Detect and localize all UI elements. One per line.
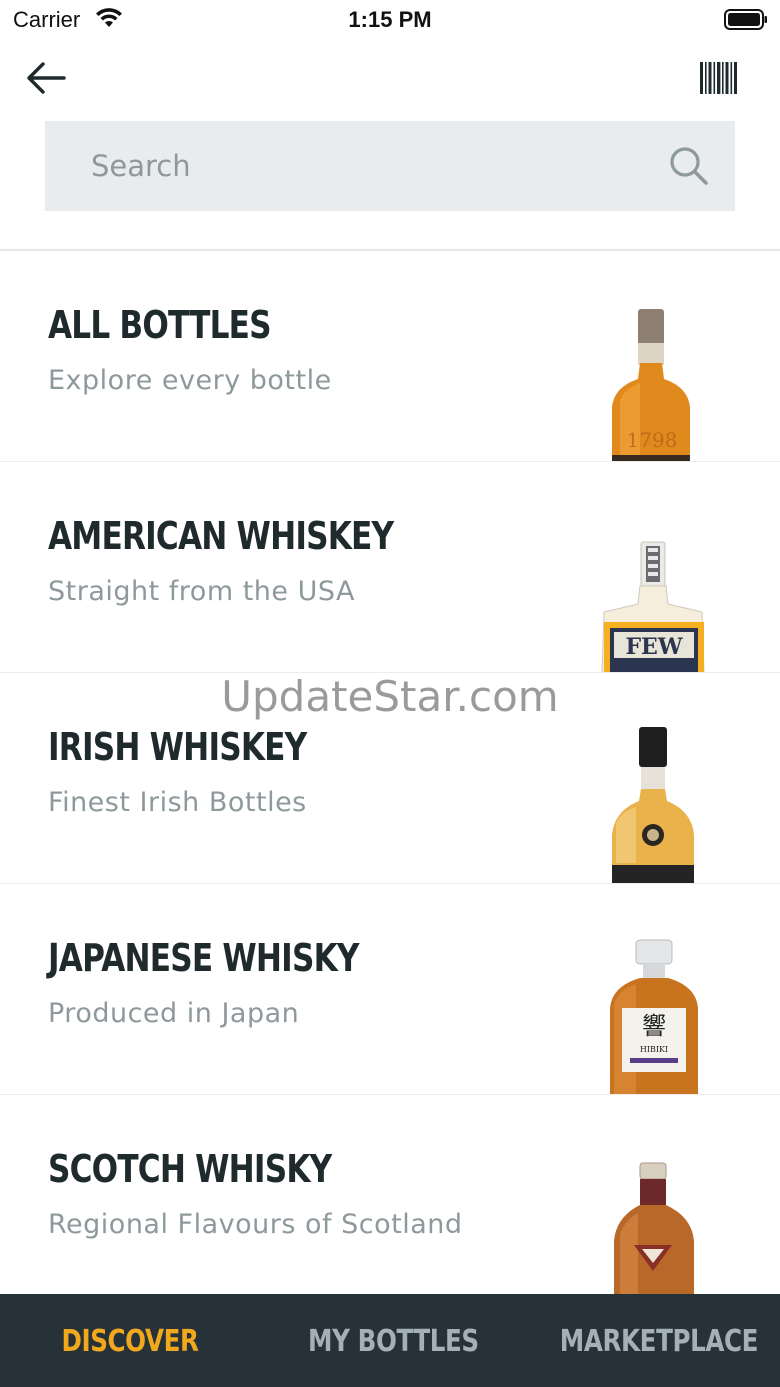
search-bar (45, 121, 735, 211)
category-row-irish-whiskey[interactable]: IRISH WHISKEY Finest Irish Bottles (0, 673, 780, 884)
search-icon[interactable] (667, 144, 711, 188)
tab-marketplace[interactable]: MARKETPLACE (560, 1324, 759, 1359)
bottle-japanese-whisky-image: 響 HIBIKI (610, 939, 698, 1094)
bottle-all-bottles-image: 1798 (612, 309, 690, 461)
category-subtitle: Explore every bottle (48, 365, 332, 396)
bottle-scotch-whisky-image (614, 1162, 694, 1306)
category-subtitle: Finest Irish Bottles (48, 787, 307, 818)
battery-icon (724, 9, 767, 30)
category-row-japanese-whisky[interactable]: JAPANESE WHISKY Produced in Japan 響 HIBI… (0, 884, 780, 1095)
svg-text:響: 響 (642, 1012, 666, 1040)
category-title: IRISH WHISKEY (48, 725, 307, 769)
svg-text:FEW: FEW (625, 634, 682, 660)
nav-bar (0, 40, 780, 120)
category-title: JAPANESE WHISKY (48, 936, 359, 980)
bottom-tab-bar: DISCOVER MY BOTTLES MARKETPLACE (0, 1294, 780, 1387)
category-subtitle: Produced in Japan (48, 998, 300, 1029)
category-subtitle: Straight from the USA (48, 576, 355, 607)
clock: 1:15 PM (348, 7, 432, 32)
tab-my-bottles[interactable]: MY BOTTLES (308, 1324, 479, 1359)
tab-discover[interactable]: DISCOVER (48, 1324, 212, 1359)
search-input[interactable] (91, 141, 651, 191)
category-row-scotch-whisky[interactable]: SCOTCH WHISKY Regional Flavours of Scotl… (0, 1095, 780, 1306)
svg-text:HIBIKI: HIBIKI (640, 1045, 668, 1054)
category-title: AMERICAN WHISKEY (48, 514, 394, 558)
bottle-irish-whiskey-image (612, 727, 694, 883)
barcode-icon[interactable] (696, 60, 742, 96)
svg-text:1798: 1798 (627, 428, 678, 452)
status-bar: Carrier 1:15 PM (0, 0, 780, 40)
bottle-american-whiskey-image: FEW (601, 541, 705, 672)
category-title: ALL BOTTLES (48, 303, 272, 347)
arrow-left-icon[interactable] (24, 56, 68, 100)
category-row-american-whiskey[interactable]: AMERICAN WHISKEY Straight from the USA F… (0, 462, 780, 673)
category-title: SCOTCH WHISKY (48, 1147, 332, 1191)
category-row-all-bottles[interactable]: ALL BOTTLES Explore every bottle 1798 (0, 251, 780, 462)
category-subtitle: Regional Flavours of Scotland (48, 1209, 463, 1240)
